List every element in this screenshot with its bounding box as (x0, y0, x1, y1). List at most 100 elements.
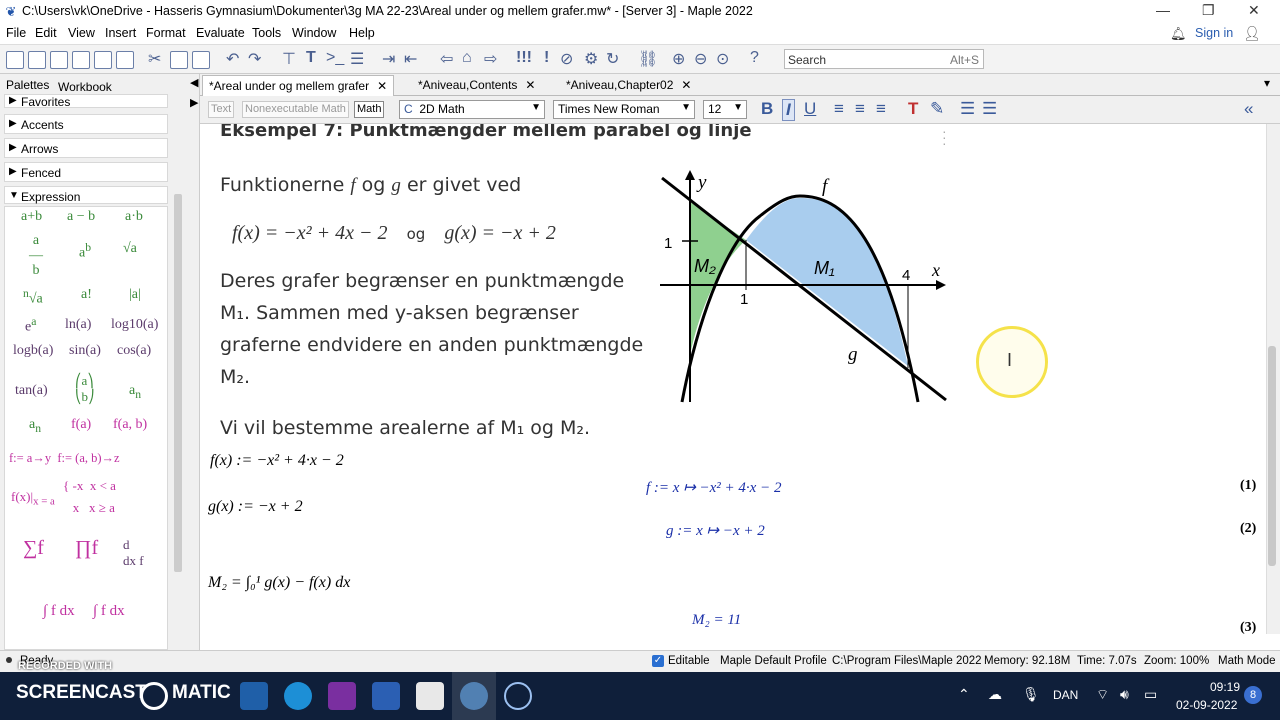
cut-icon[interactable]: ✂ (148, 49, 161, 69)
sign-in-link[interactable]: Sign in (1195, 26, 1233, 40)
onenote-icon[interactable] (328, 682, 356, 710)
palette-binomial[interactable]: ⎛a⎞ ⎝b⎠ (75, 373, 95, 405)
palette-arrows[interactable]: ▶ Arrows (4, 138, 168, 158)
menu-edit[interactable]: Edit (35, 26, 57, 40)
equation-label-1[interactable]: (1) (1240, 478, 1256, 494)
maximize-icon[interactable]: ❐ (1202, 2, 1215, 19)
menu-format[interactable]: Format (146, 26, 186, 40)
indent-icon[interactable]: ⇥ (382, 49, 395, 69)
doc-tab-contents[interactable]: *Aniveau,Contents ✕ (412, 75, 541, 96)
text-icon[interactable]: T (306, 49, 316, 67)
notification-badge[interactable]: 8 (1244, 686, 1262, 704)
bell-icon[interactable]: 🔔︎ (1170, 26, 1187, 42)
font-color-icon[interactable]: T (908, 99, 918, 119)
l-app-icon[interactable] (416, 682, 444, 710)
collapse-left-icon[interactable]: ◀ (190, 76, 198, 89)
search-input[interactable]: Search Alt+S (784, 49, 984, 69)
copy-icon[interactable] (170, 51, 188, 69)
input-f[interactable]: f(x) := −x² + 4·x − 2 (210, 452, 344, 470)
help-icon[interactable]: ? (750, 49, 759, 67)
numbered-list-icon[interactable]: ☰ (982, 99, 997, 119)
text-format-icon[interactable]: ⊤ (282, 49, 296, 69)
palette-logb[interactable]: logb(a) (13, 343, 53, 359)
highlight-icon[interactable]: ✎ (930, 99, 944, 119)
expand-right-icon[interactable]: ▶ (190, 96, 198, 109)
prompt-icon[interactable]: >_ (326, 49, 344, 67)
restart-icon[interactable]: ↻ (606, 49, 619, 69)
user-icon[interactable]: 👤︎ (1243, 25, 1261, 42)
palette-scrollbar[interactable] (174, 194, 182, 572)
palette-accents[interactable]: ▶ Accents (4, 114, 168, 134)
palette-subscript[interactable]: an (129, 383, 141, 401)
outlook-icon[interactable] (240, 682, 268, 710)
menu-evaluate[interactable]: Evaluate (196, 26, 245, 40)
palette-eval-at[interactable]: f(x)|x = a (11, 489, 55, 508)
save-icon[interactable] (50, 51, 68, 69)
clock-date[interactable]: 02-09-2022 (1176, 698, 1237, 712)
palette-derivative[interactable]: d dx f (123, 537, 144, 569)
palette-favorites[interactable]: ▶ Favorites (4, 94, 168, 109)
doc-tab-chapter02[interactable]: *Aniveau,Chapter02 ✕ (560, 75, 697, 96)
onedrive-icon[interactable]: ☁ (988, 686, 1002, 703)
stop-icon[interactable]: ⊘ (560, 49, 573, 69)
palette-mapping[interactable]: f:= a→y f:= (a, b)→z (9, 451, 120, 466)
bullet-list-icon[interactable]: ☰ (960, 99, 975, 119)
palette-sqrt[interactable]: √a (123, 241, 137, 257)
palette-function[interactable]: f(a) (71, 417, 91, 433)
execute-all-icon[interactable]: !!! (516, 49, 532, 67)
tray-chevron-icon[interactable]: ⌃ (958, 686, 970, 703)
palette-power[interactable]: ab (79, 241, 91, 262)
input-g[interactable]: g(x) := −x + 2 (208, 498, 303, 516)
align-left-icon[interactable]: ≡ (834, 99, 844, 119)
zoom-in-icon[interactable]: ⊕ (672, 49, 685, 69)
palette-nthroot[interactable]: n√a (23, 287, 43, 308)
undo-icon[interactable]: ↶ (226, 49, 239, 69)
palette-sum[interactable]: a+b (21, 209, 42, 225)
battery-icon[interactable]: ▭ (1144, 686, 1157, 703)
home-icon[interactable]: ⌂ (462, 49, 472, 67)
language-indicator[interactable]: DAN (1053, 688, 1078, 702)
zoom-out-icon[interactable]: ⊖ (694, 49, 707, 69)
palette-piecewise[interactable]: { -x x < a x x ≥ a (63, 475, 116, 519)
equation-label-3[interactable]: (3) (1240, 620, 1256, 634)
close-icon[interactable]: ✕ (1248, 2, 1260, 19)
italic-icon[interactable]: I (782, 99, 795, 121)
back-icon[interactable]: ⇦ (440, 49, 453, 69)
document-scroll-thumb[interactable] (1268, 346, 1276, 566)
tab-palettes[interactable]: Palettes (6, 78, 49, 92)
bold-icon[interactable]: B (761, 99, 773, 119)
clock-time[interactable]: 09:19 (1210, 680, 1240, 694)
word-icon[interactable] (372, 682, 400, 710)
collapse-panel-icon[interactable]: « (1244, 99, 1253, 119)
menu-help[interactable]: Help (349, 26, 375, 40)
menu-insert[interactable]: Insert (105, 26, 136, 40)
equation-label-2[interactable]: (2) (1240, 521, 1256, 537)
mode-nonexec-button[interactable]: Nonexecutable Math (242, 101, 349, 118)
zoom-reset-icon[interactable]: ⊙ (716, 49, 729, 69)
paste-icon[interactable] (192, 51, 210, 69)
section-icon[interactable]: ☰ (350, 49, 364, 69)
open-icon[interactable] (28, 51, 46, 69)
export-icon[interactable] (116, 51, 134, 69)
minimize-icon[interactable]: — (1156, 2, 1170, 18)
forward-icon[interactable]: ⇨ (484, 49, 497, 69)
menu-view[interactable]: View (68, 26, 95, 40)
palette-definite-integral[interactable]: ∫ f dx (93, 603, 125, 620)
menu-file[interactable]: File (6, 26, 26, 40)
checkbox-checked-icon[interactable]: ✓ (652, 655, 664, 667)
palette-function2[interactable]: f(a, b) (113, 417, 147, 433)
volume-icon[interactable]: 🔊︎ (1120, 686, 1129, 703)
palette-exp[interactable]: ea (25, 315, 36, 336)
debug-icon[interactable]: ⚙ (584, 49, 598, 69)
underline-icon[interactable]: U (804, 99, 816, 119)
redo-icon[interactable]: ↷ (248, 49, 261, 69)
cortana-icon[interactable] (504, 682, 532, 710)
palette-integral[interactable]: ∫ f dx (43, 603, 75, 620)
palette-expression[interactable]: ▼ Expression (4, 186, 168, 204)
close-tab-icon[interactable]: ✕ (525, 78, 535, 92)
drag-handle-icon[interactable]: · · · (942, 124, 947, 150)
palette-difference[interactable]: a − b (67, 209, 95, 225)
worksheet[interactable]: Eksempel 7: Punktmængder mellem parabel … (204, 124, 1266, 634)
close-tab-icon[interactable]: ✕ (681, 78, 691, 92)
palette-product[interactable]: a·b (125, 209, 143, 225)
